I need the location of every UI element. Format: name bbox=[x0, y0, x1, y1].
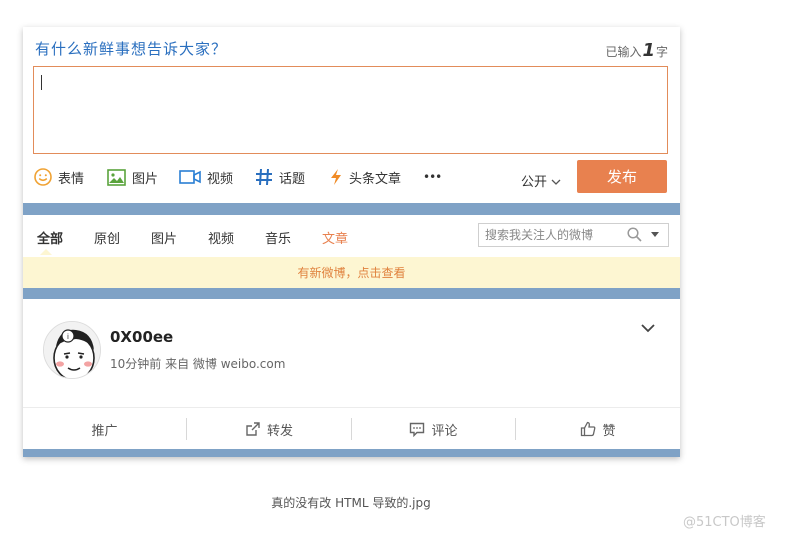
tab-all[interactable]: 全部 bbox=[37, 228, 63, 247]
active-tab-pointer bbox=[40, 249, 52, 255]
publisher-header: 有什么新鲜事想告诉大家？ 已输入1字 bbox=[23, 27, 680, 65]
post-textarea[interactable] bbox=[33, 66, 668, 154]
divider-band-bottom bbox=[23, 449, 680, 457]
article-label: 头条文章 bbox=[349, 171, 402, 187]
tab-article[interactable]: 文章 bbox=[322, 228, 348, 247]
watermark: @51CTO博客 bbox=[683, 515, 766, 530]
visibility-value: 公开 bbox=[521, 175, 548, 190]
video-button[interactable]: 视频 bbox=[179, 165, 233, 189]
divider-band-lower bbox=[23, 288, 680, 299]
image-label: 图片 bbox=[132, 171, 159, 187]
more-button[interactable]: ••• bbox=[423, 165, 442, 189]
char-counter-prefix: 已输入 bbox=[605, 45, 642, 59]
post-actions: 推广 转发 评论 赞 bbox=[23, 407, 680, 450]
promote-label: 推广 bbox=[91, 423, 118, 439]
comment-icon bbox=[409, 422, 425, 437]
post-username[interactable]: 0X00ee bbox=[110, 328, 173, 346]
tab-images[interactable]: 图片 bbox=[151, 228, 177, 247]
chevron-down-icon[interactable] bbox=[640, 319, 656, 338]
thumbs-up-icon bbox=[580, 421, 596, 437]
video-icon bbox=[179, 169, 201, 185]
char-counter: 已输入1字 bbox=[605, 40, 668, 61]
topic-label: 话题 bbox=[279, 171, 306, 187]
publish-button[interactable]: 发布 bbox=[577, 160, 667, 193]
more-icon: ••• bbox=[423, 170, 442, 184]
publisher-prompt: 有什么新鲜事想告诉大家？ bbox=[35, 40, 228, 58]
feed-post: i 0X00ee 10分钟前 来自 微博 weibo.com 推广 转发 评论 … bbox=[23, 299, 680, 449]
share-icon bbox=[245, 421, 261, 437]
tab-music[interactable]: 音乐 bbox=[265, 228, 291, 247]
image-button[interactable]: 图片 bbox=[107, 165, 158, 189]
comment-label: 评论 bbox=[431, 423, 458, 439]
post-meta: 10分钟前 来自 微博 weibo.com bbox=[110, 357, 286, 371]
image-icon bbox=[107, 168, 126, 186]
search-icon[interactable] bbox=[627, 227, 642, 246]
weibo-card: 有什么新鲜事想告诉大家？ 已输入1字 表情 图片 视频 话题 头条文章 ••• … bbox=[23, 27, 680, 457]
divider-band bbox=[23, 203, 680, 215]
promote-button[interactable]: 推广 bbox=[23, 408, 186, 450]
like-button[interactable]: 赞 bbox=[516, 408, 680, 450]
feed-search bbox=[478, 223, 669, 247]
new-posts-notice[interactable]: 有新微博，点击查看 bbox=[23, 257, 680, 288]
chevron-down-icon bbox=[551, 175, 561, 190]
repost-label: 转发 bbox=[266, 423, 293, 439]
visibility-select[interactable]: 公开 bbox=[521, 171, 561, 190]
avatar[interactable]: i bbox=[43, 321, 101, 379]
repost-button[interactable]: 转发 bbox=[187, 408, 351, 450]
emoji-label: 表情 bbox=[58, 171, 85, 187]
topic-button[interactable]: 话题 bbox=[255, 165, 305, 189]
article-button[interactable]: 头条文章 bbox=[329, 165, 401, 189]
emoji-button[interactable]: 表情 bbox=[34, 165, 84, 189]
text-caret bbox=[41, 75, 42, 90]
tab-video[interactable]: 视频 bbox=[208, 228, 234, 247]
svg-text:i: i bbox=[67, 333, 69, 341]
search-dropdown-icon[interactable] bbox=[651, 232, 659, 237]
search-input[interactable] bbox=[485, 227, 615, 243]
video-label: 视频 bbox=[207, 171, 234, 187]
char-counter-value: 1 bbox=[642, 40, 655, 61]
char-counter-suffix: 字 bbox=[655, 45, 668, 59]
tab-original[interactable]: 原创 bbox=[94, 228, 120, 247]
lightning-icon bbox=[329, 168, 343, 186]
image-caption: 真的没有改 HTML 导致的.jpg bbox=[271, 496, 431, 510]
hashtag-icon bbox=[255, 168, 273, 186]
like-label: 赞 bbox=[602, 423, 616, 439]
smile-icon bbox=[34, 168, 52, 186]
comment-button[interactable]: 评论 bbox=[352, 408, 515, 450]
